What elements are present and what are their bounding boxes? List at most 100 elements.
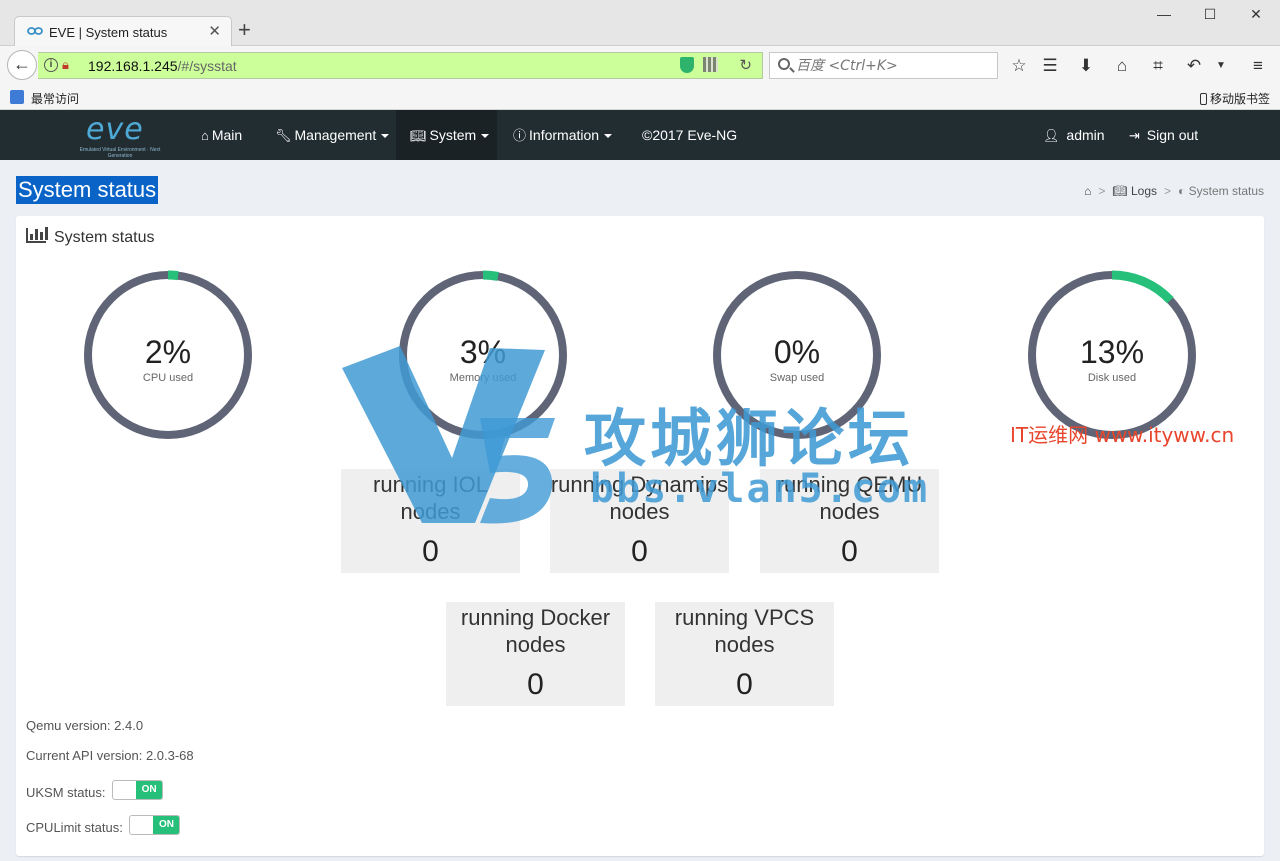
nav-management-label: Management bbox=[294, 127, 377, 143]
sign-out-icon: ⇥ bbox=[1129, 128, 1140, 143]
gauge-label: CPU used bbox=[142, 372, 194, 384]
book-icon: 📖︎ bbox=[410, 128, 427, 143]
gauge-label: Memory used bbox=[449, 372, 517, 384]
nav-information[interactable]: ⓘ Information bbox=[499, 110, 626, 160]
gauge-value: 0% bbox=[773, 334, 821, 370]
app-navbar: eve Emulated Virtual Environment · Next … bbox=[0, 110, 1280, 160]
counter-value: 0 bbox=[736, 668, 753, 701]
toggle-on-label: ON bbox=[136, 781, 163, 799]
minimize-icon[interactable]: — bbox=[1152, 6, 1176, 26]
wrench-icon: 🔧︎ bbox=[275, 128, 292, 143]
shield-icon[interactable] bbox=[680, 57, 694, 73]
counter-label: running Docker nodes bbox=[460, 605, 611, 657]
gauge-label: Swap used bbox=[769, 372, 825, 384]
iol-nodes-counter: running IOL nodes 0 bbox=[341, 469, 520, 573]
back-arrow-icon[interactable]: ← bbox=[7, 50, 37, 80]
maximize-icon[interactable]: ☐ bbox=[1198, 6, 1222, 26]
counter-value: 0 bbox=[527, 668, 544, 701]
chevron-down-icon[interactable]: ▼ bbox=[1210, 55, 1232, 77]
undo-icon[interactable]: ↶ bbox=[1183, 55, 1205, 77]
new-tab-icon[interactable]: + bbox=[238, 19, 251, 41]
disk-gauge: 13% Disk used bbox=[1025, 268, 1199, 442]
eve-logo[interactable]: eve Emulated Virtual Environment · Next … bbox=[74, 112, 166, 159]
nav-system-label: System bbox=[429, 127, 477, 143]
caret-down-icon bbox=[381, 134, 390, 138]
nav-main-label: Main bbox=[211, 127, 243, 143]
caret-down-icon bbox=[604, 134, 613, 138]
nav-main[interactable]: ⌂ Main bbox=[187, 110, 256, 160]
browser-navbar: ← i 🔒︎ 192.168.1.245/#/sysstat ↻ ☆ ☰ ⬇ ⌂… bbox=[0, 46, 1280, 85]
nav-signout[interactable]: ⇥ Sign out bbox=[1115, 110, 1212, 160]
docker-nodes-counter: running Docker nodes 0 bbox=[446, 602, 625, 706]
browser-tabbar: EVE | System status ✕ + — ☐ ✕ bbox=[0, 0, 1280, 47]
logo-subtitle: Emulated Virtual Environment · Next Gene… bbox=[79, 147, 161, 159]
cpulimit-status-label: CPULimit status: bbox=[26, 820, 123, 835]
bar-chart-icon bbox=[26, 227, 48, 243]
url-text[interactable]: 192.168.1.245/#/sysstat bbox=[88, 58, 237, 74]
nav-information-label: Information bbox=[529, 127, 600, 143]
nav-management[interactable]: 🔧︎ Management bbox=[261, 110, 403, 160]
most-visited-bookmark[interactable]: 最常访问 bbox=[31, 90, 79, 107]
bookmark-folder-icon bbox=[10, 90, 24, 104]
vpcs-nodes-counter: running VPCS nodes 0 bbox=[655, 602, 834, 706]
search-icon bbox=[778, 58, 790, 70]
counter-value: 0 bbox=[631, 535, 648, 568]
system-status-panel: System status 2% CPU used 3% Memory used 0… bbox=[16, 216, 1264, 856]
memory-gauge: 3% Memory used bbox=[396, 268, 570, 442]
uksm-status: UKSM status: ON bbox=[26, 780, 164, 800]
panel-title-label: System status bbox=[54, 229, 155, 246]
url-bar[interactable]: i 🔒︎ 192.168.1.245/#/sysstat ↻ bbox=[38, 52, 763, 79]
home-icon: ⌂ bbox=[201, 128, 209, 143]
counter-label: running QEMU nodes bbox=[776, 472, 923, 524]
api-version: Current API version: 2.0.3-68 bbox=[26, 748, 194, 763]
mobile-bookmarks[interactable]: 移动版书签 bbox=[1199, 90, 1270, 107]
info-icon[interactable]: i bbox=[44, 58, 58, 72]
logo-mark: eve bbox=[86, 112, 144, 147]
qr-code-icon[interactable] bbox=[703, 57, 718, 72]
tab-title: EVE | System status bbox=[49, 25, 168, 40]
mobile-bookmarks-label: 移动版书签 bbox=[1209, 92, 1270, 106]
breadcrumb-current: System status bbox=[1188, 184, 1264, 198]
eve-favicon-icon bbox=[27, 27, 43, 35]
menu-hamburger-icon[interactable]: ≡ bbox=[1247, 55, 1269, 77]
nav-system[interactable]: 📖︎ System bbox=[396, 110, 497, 160]
cpulimit-toggle[interactable]: ON bbox=[129, 815, 181, 835]
panel-title: System status bbox=[26, 227, 155, 247]
nav-user[interactable]: 👤︎ admin bbox=[1029, 110, 1119, 160]
reading-list-icon[interactable]: ☰ bbox=[1039, 55, 1061, 77]
mobile-icon bbox=[1199, 93, 1207, 105]
search-input[interactable] bbox=[796, 56, 991, 76]
home-icon[interactable]: ⌂ bbox=[1111, 55, 1133, 77]
uksm-toggle[interactable]: ON bbox=[112, 780, 164, 800]
browser-tab[interactable]: EVE | System status ✕ bbox=[14, 16, 232, 47]
download-icon[interactable]: ⬇ bbox=[1075, 55, 1097, 77]
page-title: System status bbox=[16, 176, 159, 204]
gauge-value: 3% bbox=[459, 334, 507, 370]
toggle-on-label: ON bbox=[153, 816, 180, 834]
bookmark-star-icon[interactable]: ☆ bbox=[1008, 55, 1030, 77]
gauge-value: 13% bbox=[1079, 334, 1145, 370]
book-icon: 📖︎ bbox=[1112, 184, 1128, 198]
uksm-status-label: UKSM status: bbox=[26, 785, 106, 800]
counter-value: 0 bbox=[422, 535, 439, 568]
reload-icon[interactable]: ↻ bbox=[739, 56, 752, 74]
close-window-icon[interactable]: ✕ bbox=[1244, 6, 1268, 26]
counter-label: running Dynamips nodes bbox=[550, 472, 729, 524]
user-icon: 👤︎ bbox=[1043, 128, 1060, 143]
counter-value: 0 bbox=[841, 535, 858, 568]
bookmarks-bar: 最常访问 移动版书签 bbox=[0, 85, 1280, 110]
counter-label: running VPCS nodes bbox=[674, 605, 815, 657]
insecure-lock-icon[interactable]: 🔒︎ bbox=[62, 57, 69, 73]
gauge-label: Disk used bbox=[1087, 372, 1137, 384]
crop-screenshot-icon[interactable]: ⌗ bbox=[1147, 55, 1169, 77]
cpu-gauge: 2% CPU used bbox=[81, 268, 255, 442]
search-bar[interactable] bbox=[769, 52, 998, 79]
breadcrumb-logs[interactable]: Logs bbox=[1131, 184, 1157, 198]
breadcrumb: ⌂ > 📖︎ Logs > ◐ System status bbox=[1084, 184, 1264, 198]
home-icon[interactable]: ⌂ bbox=[1084, 184, 1091, 198]
tab-close-icon[interactable]: ✕ bbox=[208, 22, 221, 40]
nav-copyright[interactable]: ©2017 Eve-NG bbox=[628, 110, 751, 160]
info-circle-icon: ⓘ bbox=[513, 128, 527, 143]
nav-user-label: admin bbox=[1066, 127, 1105, 143]
gauge-value: 2% bbox=[144, 334, 192, 370]
